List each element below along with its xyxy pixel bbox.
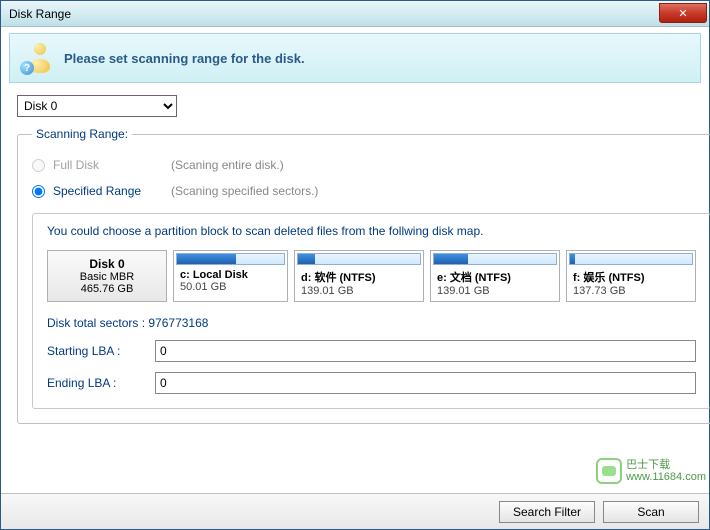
- disk-select[interactable]: Disk 0: [17, 95, 177, 117]
- partition-block: You could choose a partition block to sc…: [32, 213, 710, 409]
- close-button[interactable]: ✕: [659, 3, 707, 23]
- ending-lba-label: Ending LBA :: [47, 376, 147, 390]
- partition-label: f: 娱乐 (NTFS): [567, 267, 695, 285]
- total-sectors-value: 976773168: [148, 316, 208, 330]
- partition-size: 137.73 GB: [567, 285, 695, 301]
- disk-range-window: Disk Range ✕ ? Please set scanning range…: [0, 0, 710, 530]
- starting-lba-row: Starting LBA :: [47, 340, 696, 362]
- total-sectors-row: Disk total sectors : 976773168: [47, 316, 696, 330]
- disk-header[interactable]: Disk 0 Basic MBR 465.76 GB: [47, 250, 167, 302]
- partition[interactable]: d: 软件 (NTFS)139.01 GB: [294, 250, 424, 302]
- scanning-range-group: Scanning Range: Full Disk (Scaning entir…: [17, 127, 710, 424]
- titlebar[interactable]: Disk Range ✕: [1, 1, 709, 27]
- partition-usage-bar: [433, 253, 557, 265]
- total-sectors-label: Disk total sectors :: [47, 316, 145, 330]
- partition-size: 139.01 GB: [431, 285, 559, 301]
- ending-lba-input[interactable]: [155, 372, 696, 394]
- partition-usage-bar: [297, 253, 421, 265]
- scanning-range-legend: Scanning Range:: [32, 127, 132, 141]
- close-icon: ✕: [678, 7, 687, 20]
- header-text: Please set scanning range for the disk.: [64, 51, 305, 66]
- partition-usage-bar: [176, 253, 285, 265]
- window-title: Disk Range: [9, 7, 71, 21]
- partition-usage-bar: [569, 253, 693, 265]
- partition-size: 50.01 GB: [174, 281, 287, 297]
- partition-label: d: 软件 (NTFS): [295, 267, 423, 285]
- partition-label: c: Local Disk: [174, 267, 287, 281]
- specified-range-hint: (Scaning specified sectors.): [171, 184, 318, 198]
- specified-range-radio[interactable]: [32, 185, 45, 198]
- specified-range-label: Specified Range: [53, 184, 163, 198]
- full-disk-radio: [32, 159, 45, 172]
- partition[interactable]: f: 娱乐 (NTFS)137.73 GB: [566, 250, 696, 302]
- disk-name: Disk 0: [56, 257, 158, 271]
- radio-row-full-disk: Full Disk (Scaning entire disk.): [32, 153, 710, 177]
- header-banner: ? Please set scanning range for the disk…: [9, 33, 701, 83]
- starting-lba-label: Starting LBA :: [47, 344, 147, 358]
- partition-size: 139.01 GB: [295, 285, 423, 301]
- starting-lba-input[interactable]: [155, 340, 696, 362]
- body-area: Disk 0 Scanning Range: Full Disk (Scanin…: [1, 83, 709, 493]
- partition[interactable]: e: 文档 (NTFS)139.01 GB: [430, 250, 560, 302]
- disk-type: Basic MBR: [56, 271, 158, 283]
- radio-row-specified-range[interactable]: Specified Range (Scaning specified secto…: [32, 179, 710, 203]
- disk-size: 465.76 GB: [56, 283, 158, 295]
- ending-lba-row: Ending LBA :: [47, 372, 696, 394]
- disk-map: Disk 0 Basic MBR 465.76 GB c: Local Disk…: [47, 250, 696, 302]
- full-disk-label: Full Disk: [53, 158, 163, 172]
- footer: Search Filter Scan: [1, 493, 709, 529]
- scan-button[interactable]: Scan: [603, 501, 699, 523]
- search-filter-button[interactable]: Search Filter: [499, 501, 595, 523]
- partition[interactable]: c: Local Disk50.01 GB: [173, 250, 288, 302]
- partition-label: e: 文档 (NTFS): [431, 267, 559, 285]
- full-disk-hint: (Scaning entire disk.): [171, 158, 284, 172]
- partition-block-desc: You could choose a partition block to sc…: [47, 224, 696, 238]
- user-question-icon: ?: [20, 41, 54, 75]
